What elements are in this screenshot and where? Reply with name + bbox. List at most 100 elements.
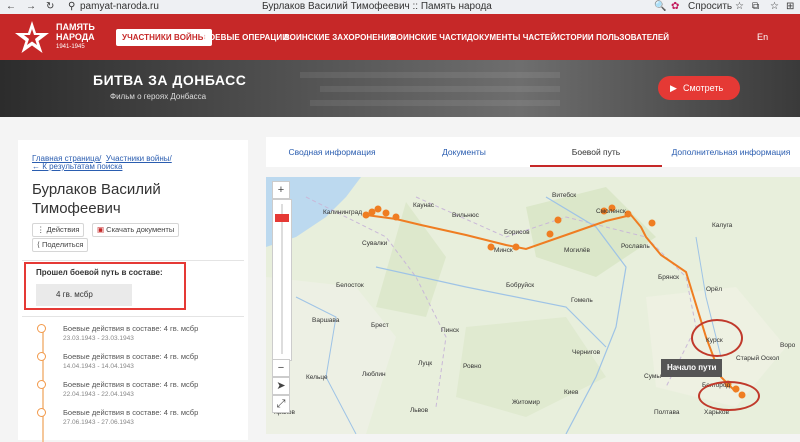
language-switch[interactable]: En [757, 32, 768, 42]
route-marker-pin [362, 211, 370, 219]
city-label: Варшава [312, 317, 340, 324]
banner-subtitle: Фильм о героях Донбасса [110, 92, 207, 101]
banner-stripe [310, 100, 560, 106]
browser-bar: ← → ↻ ⚲ pamyat-naroda.ru Бурлаков Васили… [0, 0, 800, 15]
download-label: Скачать документы [106, 225, 175, 234]
download-documents-button[interactable]: ▣ Скачать документы [92, 223, 180, 237]
city-label: Люблин [362, 371, 386, 378]
annotation-circle-belgorod [698, 381, 760, 411]
divider [22, 316, 244, 317]
city-label: Житомир [512, 399, 540, 406]
browser-tab-title: Бурлаков Василий Тимофеевич :: Память на… [262, 1, 492, 12]
search-page-icon[interactable]: 🔍 [654, 0, 666, 14]
forward-arrow-icon[interactable]: → [26, 0, 36, 14]
tab-documents[interactable]: Документы [398, 137, 530, 167]
ask-button[interactable]: Спросить [688, 0, 732, 14]
city-label: Каунас [413, 202, 435, 209]
timeline-dates: 23.03.1943 - 23.03.1943 [63, 335, 134, 342]
city-label: Воро [780, 342, 796, 349]
logo-star-icon[interactable] [14, 20, 50, 54]
timeline-dates: 27.06.1943 - 27.06.1943 [63, 419, 134, 426]
highlight-box [24, 262, 186, 310]
logo-line-2: НАРОДА [56, 32, 95, 42]
nav-user-stories[interactable]: ИСТОРИИ ПОЛЬЗОВАТЕЛЕЙ [554, 33, 669, 42]
timeline-title: Боевые действия в составе: 4 гв. мсбр [63, 380, 199, 389]
city-label: Рославль [621, 243, 650, 250]
timeline-dot [37, 352, 46, 361]
city-label: Витебск [552, 192, 577, 199]
city-label: Брест [371, 322, 389, 329]
back-arrow-icon[interactable]: ← [6, 0, 16, 14]
nav-participants[interactable]: УЧАСТНИКИ ВОЙНЫ [116, 29, 212, 46]
route-start-label: Начало пути [661, 359, 723, 377]
logo-text[interactable]: ПАМЯТЬ НАРОДА 1941-1945 [56, 22, 95, 52]
bookmark-star-icon[interactable]: ☆ [735, 0, 744, 14]
tab-summary[interactable]: Сводная информация [266, 137, 398, 167]
fullscreen-icon[interactable]: ⤢ [272, 395, 290, 413]
city-label: Старый Оскол [736, 355, 780, 362]
city-label: Бобруйск [506, 282, 535, 289]
timeline-dot [37, 408, 46, 417]
zoom-slider-track [281, 204, 283, 354]
route-marker-pin [554, 216, 562, 224]
logo-line-1: ПАМЯТЬ [56, 22, 95, 32]
watch-button-label: Смотреть [683, 83, 724, 93]
banner-stripe [300, 72, 560, 78]
nav-unit-documents[interactable]: ДОКУМЕНТЫ ЧАСТЕЙ [467, 33, 556, 42]
person-name-line-1: Бурлаков Василий [32, 181, 161, 198]
site-header: ПАМЯТЬ НАРОДА 1941-1945 УЧАСТНИКИ ВОЙНЫ … [0, 14, 800, 60]
city-label: Чернигов [572, 349, 601, 356]
address-bar[interactable]: pamyat-naroda.ru [80, 0, 159, 14]
route-marker-pin [392, 213, 400, 221]
zoom-slider-handle[interactable] [275, 214, 289, 222]
tab-combat-path[interactable]: Боевой путь [530, 137, 662, 167]
more-icon: ⋮ [37, 225, 47, 234]
share-button[interactable]: ⟨ Поделиться [32, 238, 89, 252]
collections-icon[interactable]: ⊞ [786, 0, 794, 14]
geolocation-icon[interactable]: ➤ [272, 377, 290, 395]
person-name: Бурлаков Василий Тимофеевич [32, 180, 161, 218]
nav-units[interactable]: ВОИНСКИЕ ЧАСТИ [391, 33, 467, 42]
city-label: Орёл [706, 286, 723, 293]
city-label: Львов [410, 407, 429, 414]
nav-operations[interactable]: БОЕВЫЕ ОПЕРАЦИИ [203, 33, 288, 42]
city-label: Брянск [658, 274, 680, 281]
nav-burials[interactable]: ВОИНСКИЕ ЗАХОРОНЕНИЯ [284, 33, 395, 42]
actions-button[interactable]: ⋮ Действия [32, 223, 85, 237]
favorites-icon[interactable]: ☆ [770, 0, 779, 14]
promo-banner: БИТВА ЗА ДОНБАСС Фильм о героях Донбасса… [0, 60, 800, 117]
route-marker-pin [368, 208, 376, 216]
timeline-title: Боевые действия в составе: 4 гв. мсбр [63, 324, 199, 333]
site-info-icon[interactable]: ⚲ [68, 0, 75, 14]
zoom-out-button[interactable]: − [272, 359, 290, 377]
zoom-in-button[interactable]: + [272, 181, 290, 199]
city-label: Минск [494, 247, 513, 254]
timeline-dot [37, 324, 46, 333]
route-marker-pin [546, 230, 554, 238]
share-label: Поделиться [42, 240, 84, 249]
city-label: Калининград [323, 209, 363, 216]
annotation-circle-kursk [691, 319, 743, 357]
watch-button[interactable]: ▶ Смотреть [658, 76, 740, 100]
zoom-slider[interactable] [272, 199, 292, 361]
route-marker-pin [374, 205, 382, 213]
city-label: Ровно [463, 363, 482, 370]
back-to-results-link[interactable]: ← К результатам поиска [32, 162, 122, 171]
city-label: Пинск [441, 327, 459, 334]
extensions-icon[interactable]: ⧉ [752, 0, 759, 14]
assistant-icon[interactable]: ✿ [671, 0, 679, 14]
timeline-dates: 22.04.1943 - 22.04.1943 [63, 391, 134, 398]
city-label: Полтава [654, 409, 680, 416]
city-label: Киев [564, 389, 579, 396]
reload-icon[interactable]: ↻ [46, 0, 54, 14]
city-label: Смоленск [596, 208, 626, 215]
logo-years: 1941-1945 [56, 44, 85, 50]
combat-path-map[interactable]: Калининград Каунас Вильнюс Витебск Смоле… [266, 177, 800, 434]
city-label: Калуга [712, 222, 733, 229]
tab-additional-info[interactable]: Дополнительная информация [662, 137, 800, 167]
timeline-dot [37, 380, 46, 389]
banner-title: БИТВА ЗА ДОНБАСС [93, 72, 247, 88]
city-label: Кельце [306, 374, 328, 381]
city-label: Белосток [336, 282, 364, 289]
actions-label: Действия [46, 225, 80, 234]
